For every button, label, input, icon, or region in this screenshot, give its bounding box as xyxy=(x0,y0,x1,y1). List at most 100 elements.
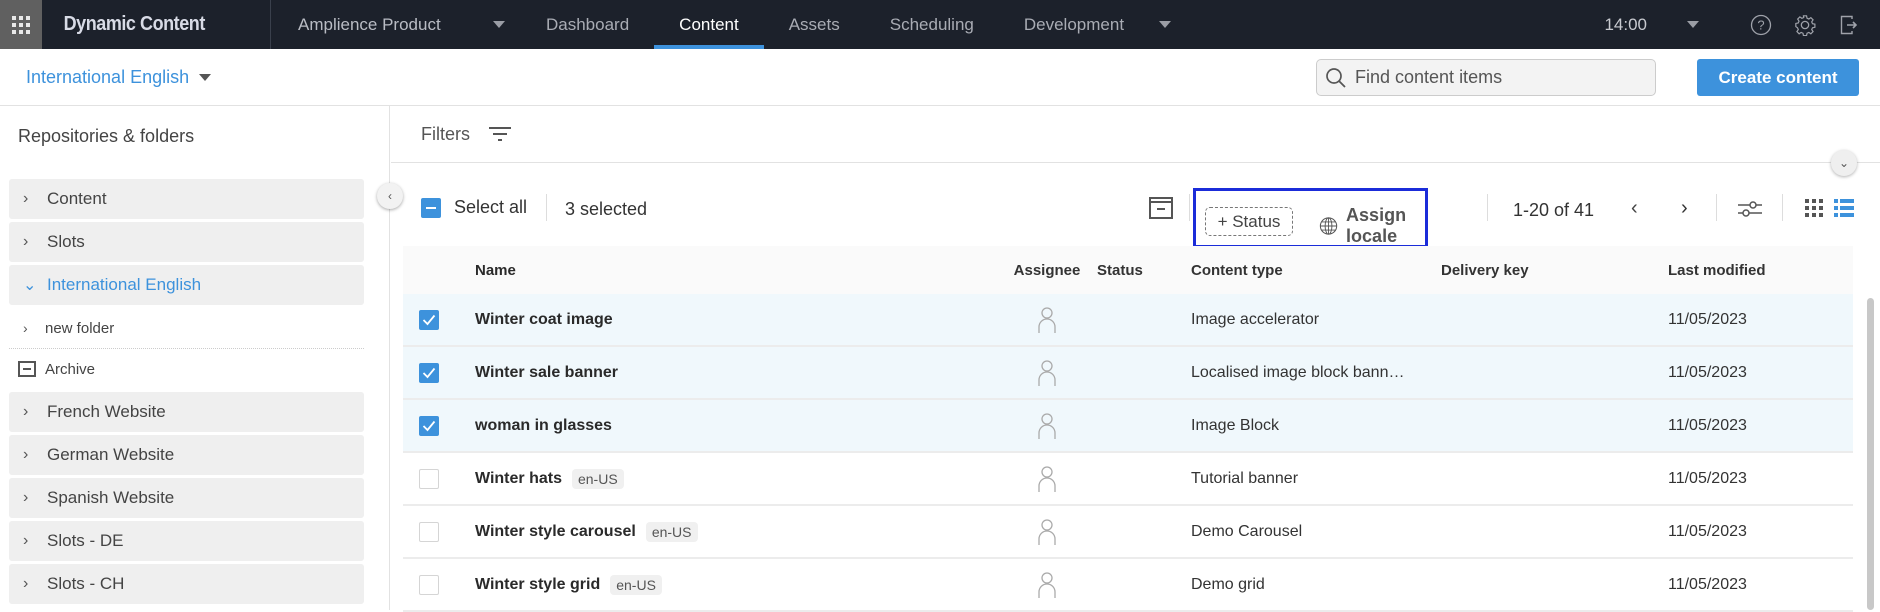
chevron-right-icon: › xyxy=(23,532,29,549)
content-list-panel: Filters ⌄ Select all 3 selected + Status… xyxy=(391,106,1880,612)
list-view-icon xyxy=(1834,199,1854,217)
nav-tab-scheduling[interactable]: Scheduling xyxy=(865,0,999,49)
create-content-button[interactable]: Create content xyxy=(1697,59,1859,96)
assign-locale-button[interactable]: Assign locale xyxy=(1319,205,1425,247)
sidebar-item-german-website[interactable]: › German Website xyxy=(9,435,364,475)
column-header-last-modified[interactable]: Last modified xyxy=(1668,262,1848,279)
add-status-button[interactable]: + Status xyxy=(1205,207,1293,236)
repositories-sidebar: Repositories & folders › Content › Slots ⌄… xyxy=(0,106,390,610)
row-checkbox[interactable] xyxy=(419,362,439,383)
chevron-right-icon: › xyxy=(23,575,29,592)
main-nav: Dashboard Content Assets Scheduling Deve… xyxy=(521,0,1181,49)
divider xyxy=(1487,194,1488,221)
sidebar-item-slots-ch[interactable]: › Slots - CH xyxy=(9,564,364,604)
sidebar-item-slots-de[interactable]: › Slots - DE xyxy=(9,521,364,561)
chevron-left-icon: ‹ xyxy=(388,189,392,203)
sidebar-item-international-english[interactable]: ⌄ International English xyxy=(9,265,364,305)
previous-page-button[interactable]: ‹ xyxy=(1631,197,1638,220)
chevron-left-icon: ‹ xyxy=(1631,197,1638,219)
locale-tag: en-US xyxy=(610,574,662,595)
table-row[interactable]: Winter style grid en-US Demo grid 11/05/202… xyxy=(403,559,1853,612)
help-button[interactable]: ? xyxy=(1750,14,1772,36)
table-row[interactable]: Winter style carousel en-US Demo Carousel 1… xyxy=(403,506,1853,559)
vertical-scrollbar[interactable] xyxy=(1867,298,1874,610)
assignee-placeholder-icon xyxy=(1038,518,1056,545)
locale-label: International English xyxy=(26,67,190,87)
checkmark-icon xyxy=(422,420,436,431)
table-row[interactable]: woman in glasses Image Block 11/05/2023 xyxy=(403,400,1853,453)
select-all-checkbox[interactable]: Select all xyxy=(421,197,527,218)
hub-selector[interactable]: Amplience Product xyxy=(271,15,521,35)
item-name[interactable]: Winter style carousel xyxy=(475,523,636,541)
table-row[interactable]: Winter sale banner Localised image block … xyxy=(403,347,1853,400)
sidebar-archive[interactable]: Archive xyxy=(9,349,364,389)
help-icon: ? xyxy=(1750,14,1772,35)
globe-icon xyxy=(1319,217,1338,235)
next-page-button[interactable]: › xyxy=(1681,197,1688,220)
filter-icon[interactable] xyxy=(488,124,512,144)
sidebar-item-slots[interactable]: › Slots xyxy=(9,222,364,262)
chevron-down-icon xyxy=(493,21,505,28)
assignee-placeholder-icon xyxy=(1038,412,1056,439)
clock-dropdown-icon[interactable] xyxy=(1687,21,1699,28)
search-input[interactable] xyxy=(1355,67,1635,88)
assignee-cell[interactable] xyxy=(997,306,1097,334)
search-icon xyxy=(1326,67,1346,88)
column-header-status[interactable]: Status xyxy=(1097,262,1191,279)
apps-grid-button[interactable] xyxy=(0,0,42,49)
sidebar-item-content[interactable]: › Content xyxy=(9,179,364,219)
archive-button[interactable] xyxy=(1148,196,1174,225)
column-settings-button[interactable] xyxy=(1737,197,1763,226)
logout-button[interactable] xyxy=(1838,14,1860,36)
sidebar-item-spanish-website[interactable]: › Spanish Website xyxy=(9,478,364,518)
column-header-content-type[interactable]: Content type xyxy=(1191,262,1441,279)
collapse-sidebar-button[interactable]: ‹ xyxy=(377,183,403,209)
repository-list: › Content › Slots ⌄ International English ›… xyxy=(9,179,364,607)
assignee-placeholder-icon xyxy=(1038,306,1056,333)
assignee-cell[interactable] xyxy=(997,571,1097,599)
item-name[interactable]: Winter coat image xyxy=(475,311,613,329)
selected-count: 3 selected xyxy=(565,199,648,219)
grid-view-icon xyxy=(1805,199,1823,217)
table-body: Winter coat image Image accelerator 11/05/… xyxy=(403,294,1853,612)
assignee-cell[interactable] xyxy=(997,518,1097,546)
item-name-cell: Winter style grid en-US xyxy=(475,574,997,595)
column-header-delivery-key[interactable]: Delivery key xyxy=(1441,262,1668,279)
nav-more-dropdown[interactable] xyxy=(1149,0,1181,49)
item-name[interactable]: Winter style grid xyxy=(475,576,600,594)
assignee-cell[interactable] xyxy=(997,465,1097,493)
nav-tab-content[interactable]: Content xyxy=(654,0,764,49)
chevron-right-icon: › xyxy=(23,190,29,207)
sidebar-folder-new-folder[interactable]: › new folder xyxy=(9,308,364,349)
row-checkbox[interactable] xyxy=(419,468,439,489)
list-view-button[interactable] xyxy=(1834,199,1854,222)
column-header-assignee[interactable]: Assignee xyxy=(997,262,1097,279)
filters-bar[interactable]: Filters xyxy=(391,106,1880,163)
table-row[interactable]: Winter hats en-US Tutorial banner 11/05/202… xyxy=(403,453,1853,506)
item-name[interactable]: Winter sale banner xyxy=(475,364,618,382)
nav-tab-development[interactable]: Development xyxy=(999,0,1149,49)
bulk-actions-toolbar: Select all 3 selected + Status Assign lo… xyxy=(391,164,1880,248)
settings-button[interactable] xyxy=(1794,14,1816,36)
assignee-cell[interactable] xyxy=(997,359,1097,387)
row-checkbox[interactable] xyxy=(419,415,439,436)
locale-selector[interactable]: International English xyxy=(26,67,212,88)
table-row[interactable]: Winter coat image Image accelerator 11/05/… xyxy=(403,294,1853,347)
column-header-name[interactable]: Name xyxy=(475,262,997,279)
nav-tab-assets[interactable]: Assets xyxy=(764,0,865,49)
sidebar-item-french-website[interactable]: › French Website xyxy=(9,392,364,432)
row-checkbox[interactable] xyxy=(419,574,439,595)
grid-view-button[interactable] xyxy=(1805,199,1823,222)
sidebar-item-label: French Website xyxy=(47,402,166,421)
assignee-cell[interactable] xyxy=(997,412,1097,440)
sidebar-item-label: Slots - DE xyxy=(47,531,124,550)
pagination-label: 1-20 of 41 xyxy=(1513,200,1595,220)
sidebar-item-label: Content xyxy=(47,189,107,208)
item-name[interactable]: Winter hats xyxy=(475,470,562,488)
item-name[interactable]: woman in glasses xyxy=(475,417,612,435)
nav-tab-dashboard[interactable]: Dashboard xyxy=(521,0,654,49)
sidebar-item-label: Slots - CH xyxy=(47,574,125,593)
row-checkbox[interactable] xyxy=(419,309,439,330)
search-box[interactable] xyxy=(1316,59,1656,96)
row-checkbox[interactable] xyxy=(419,521,439,542)
